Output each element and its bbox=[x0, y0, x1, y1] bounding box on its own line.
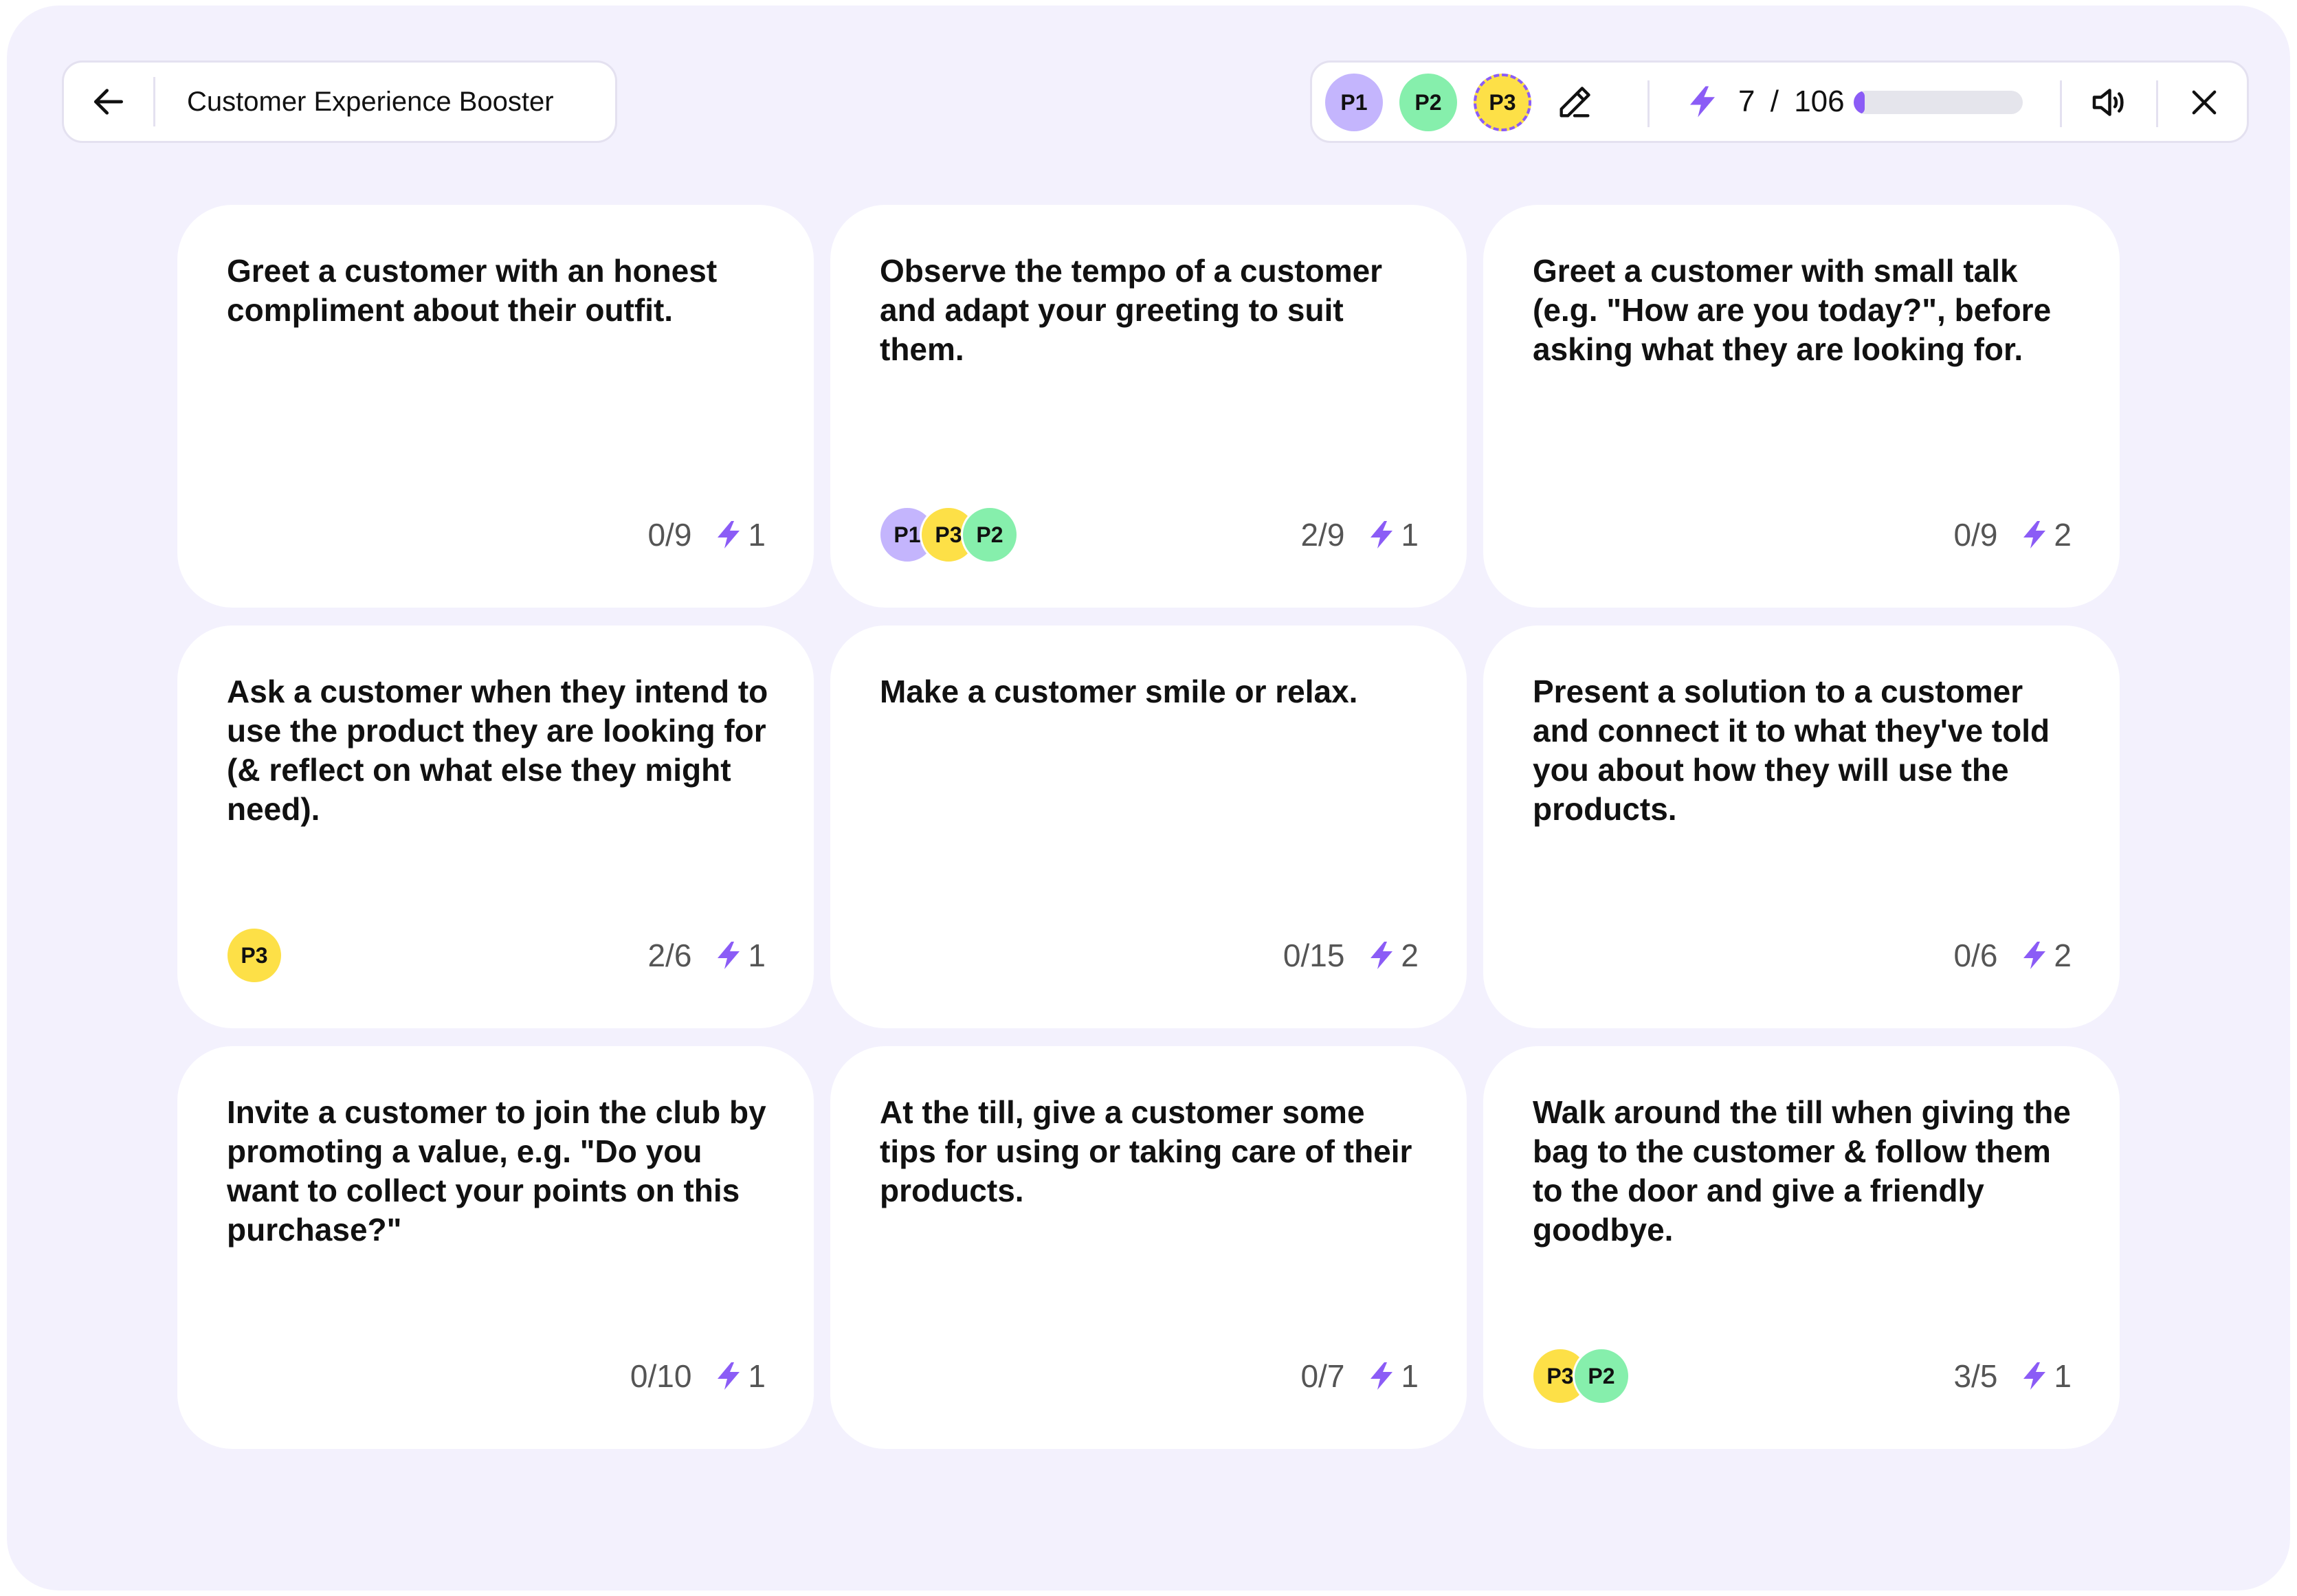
close-button[interactable] bbox=[2184, 82, 2225, 123]
card-points: 1 bbox=[1401, 517, 1419, 553]
card-text: Walk around the till when giving the bag… bbox=[1533, 1094, 2071, 1248]
card-points: 1 bbox=[748, 938, 766, 973]
card-text: Greet a customer with an honest complime… bbox=[227, 253, 718, 328]
card-points: 1 bbox=[748, 517, 766, 553]
card-text: Greet a customer with small talk (e.g. "… bbox=[1533, 253, 2052, 367]
card-progress-count: 2/9 bbox=[1300, 517, 1345, 553]
challenge-card[interactable]: Greet a customer with small talk (e.g. "… bbox=[1483, 205, 2120, 608]
challenge-card[interactable]: Present a solution to a customer and con… bbox=[1483, 625, 2120, 1028]
edit-button[interactable] bbox=[1553, 80, 1597, 124]
card-player-avatars: P3 bbox=[225, 927, 283, 984]
divider bbox=[2156, 80, 2158, 127]
score-readout: 7 / 106 bbox=[1738, 63, 1845, 141]
card-player-avatars: P3 P2 bbox=[1531, 1347, 1630, 1405]
card-points: 1 bbox=[1401, 1358, 1419, 1394]
card-meta: 0/7 1 bbox=[1300, 1347, 1419, 1405]
card-meta: 0/9 2 bbox=[1953, 506, 2072, 564]
card-meta: 0/15 2 bbox=[1283, 927, 1419, 984]
pencil-icon bbox=[1560, 87, 1590, 118]
score-current: 7 bbox=[1738, 85, 1755, 118]
score-separator: / bbox=[1770, 85, 1779, 118]
card-meta: 2/9 1 bbox=[1300, 506, 1419, 564]
challenge-card[interactable]: Ask a customer when they intend to use t… bbox=[177, 625, 814, 1028]
player-avatar-p2: P2 bbox=[1573, 1347, 1630, 1405]
app-frame: Customer Experience Booster P1 P2 P3 7 /… bbox=[7, 5, 2290, 1591]
card-points: 1 bbox=[2054, 1358, 2072, 1394]
card-text: Present a solution to a customer and con… bbox=[1533, 674, 2050, 827]
bolt-icon bbox=[1365, 518, 1398, 551]
close-icon bbox=[2192, 90, 2217, 115]
sound-button[interactable] bbox=[2086, 80, 2130, 124]
bolt-icon bbox=[1683, 82, 1722, 121]
card-meta: 0/9 1 bbox=[647, 506, 766, 564]
challenge-card[interactable]: Walk around the till when giving the bag… bbox=[1483, 1046, 2120, 1449]
challenge-card[interactable]: Greet a customer with an honest complime… bbox=[177, 205, 814, 608]
card-points: 2 bbox=[2054, 938, 2072, 973]
card-meta: 0/6 2 bbox=[1953, 927, 2072, 984]
card-text: Observe the tempo of a customer and adap… bbox=[880, 253, 1383, 367]
title-bar: Customer Experience Booster bbox=[62, 60, 617, 143]
bolt-icon bbox=[2018, 1360, 2051, 1393]
card-text: At the till, give a customer some tips f… bbox=[880, 1094, 1412, 1208]
app-title: Customer Experience Booster bbox=[187, 86, 554, 117]
card-meta: 2/6 1 bbox=[647, 927, 766, 984]
score-progress-fill bbox=[1854, 91, 1865, 114]
card-progress-count: 3/5 bbox=[1953, 1358, 1998, 1394]
card-meta: 3/5 1 bbox=[1953, 1347, 2072, 1405]
challenge-card[interactable]: At the till, give a customer some tips f… bbox=[830, 1046, 1467, 1449]
challenge-card[interactable]: Observe the tempo of a customer and adap… bbox=[830, 205, 1467, 608]
card-progress-count: 0/10 bbox=[630, 1358, 692, 1394]
card-meta: 0/10 1 bbox=[630, 1347, 766, 1405]
bolt-icon bbox=[2018, 939, 2051, 972]
card-progress-count: 2/6 bbox=[647, 938, 692, 973]
card-points: 1 bbox=[748, 1358, 766, 1394]
card-progress-count: 0/9 bbox=[1953, 517, 1998, 553]
bolt-icon bbox=[712, 1360, 745, 1393]
card-points: 2 bbox=[2054, 517, 2072, 553]
player-chip-p2[interactable]: P2 bbox=[1399, 74, 1457, 131]
back-button[interactable] bbox=[64, 63, 153, 141]
card-text: Make a customer smile or relax. bbox=[880, 674, 1358, 709]
card-progress-count: 0/7 bbox=[1300, 1358, 1345, 1394]
card-progress-count: 0/15 bbox=[1283, 938, 1345, 973]
player-avatar-p3: P3 bbox=[225, 927, 283, 984]
card-progress-count: 0/6 bbox=[1953, 938, 1998, 973]
player-chip-p1[interactable]: P1 bbox=[1325, 74, 1383, 131]
challenge-card[interactable]: Invite a customer to join the club by pr… bbox=[177, 1046, 814, 1449]
card-text: Invite a customer to join the club by pr… bbox=[227, 1094, 766, 1248]
score-progress-bar bbox=[1854, 91, 2023, 114]
player-avatar-p2: P2 bbox=[961, 506, 1019, 564]
bolt-icon bbox=[2018, 518, 2051, 551]
divider bbox=[2060, 80, 2062, 127]
bolt-icon bbox=[712, 939, 745, 972]
card-progress-count: 0/9 bbox=[647, 517, 692, 553]
bolt-icon bbox=[1365, 1360, 1398, 1393]
status-bar: P1 P2 P3 7 / 106 bbox=[1310, 60, 2249, 143]
bolt-icon bbox=[1365, 939, 1398, 972]
card-player-avatars: P1 P3 P2 bbox=[878, 506, 1019, 564]
divider bbox=[1647, 80, 1650, 127]
challenge-card[interactable]: Make a customer smile or relax. 0/15 2 bbox=[830, 625, 1467, 1028]
bolt-icon bbox=[712, 518, 745, 551]
card-text: Ask a customer when they intend to use t… bbox=[227, 674, 768, 827]
arrow-left-icon bbox=[94, 89, 124, 115]
speaker-icon bbox=[2092, 89, 2124, 116]
card-points: 2 bbox=[1401, 938, 1419, 973]
score-total: 106 bbox=[1794, 85, 1845, 118]
player-chip-p3[interactable]: P3 bbox=[1474, 74, 1531, 131]
